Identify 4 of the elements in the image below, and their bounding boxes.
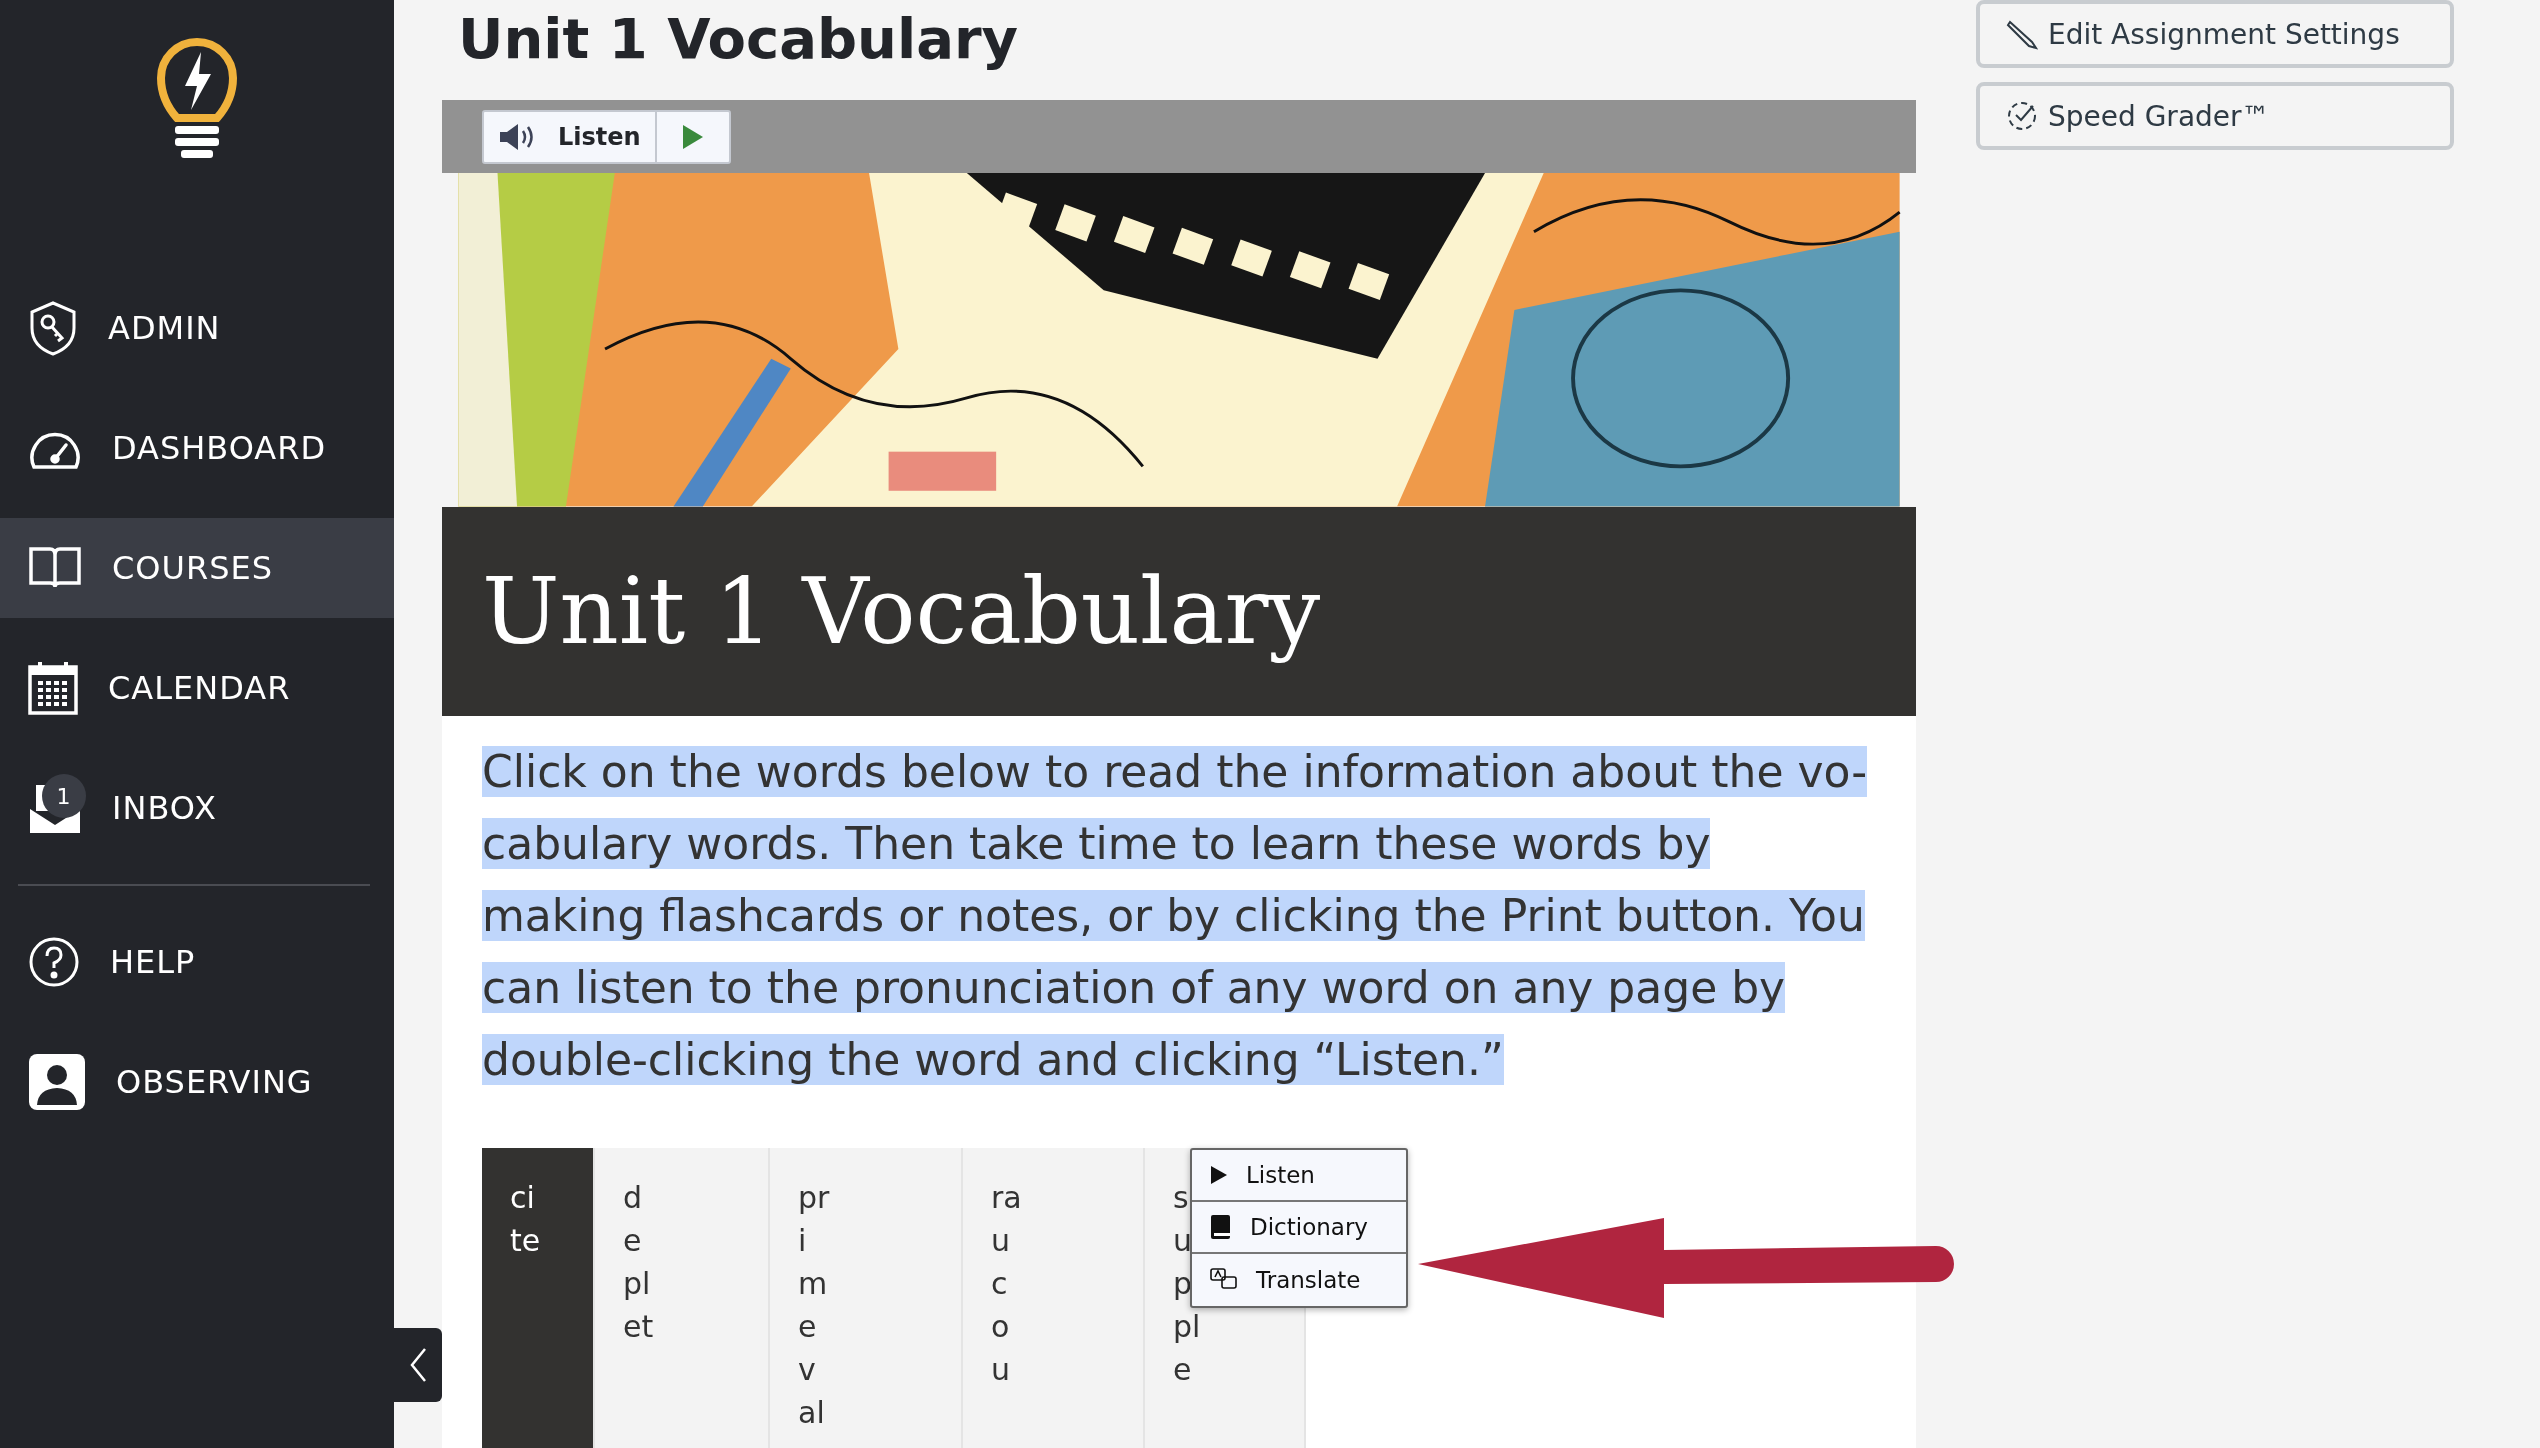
notification-badge: 1 [42, 774, 86, 818]
page-title: Unit 1 Vocabulary [457, 5, 1020, 73]
banner-title: Unit 1 Vocabulary [482, 557, 1321, 665]
instructions-paragraph: Click on the words below to read the information about the vo-cabulary words. Then take time to learn these words by making flashcards or notes, or by clicking the Print button. You can listen to the pronunciation of any word on any page by double-clicking the word and clicking “Listen.” [482, 745, 1869, 1087]
